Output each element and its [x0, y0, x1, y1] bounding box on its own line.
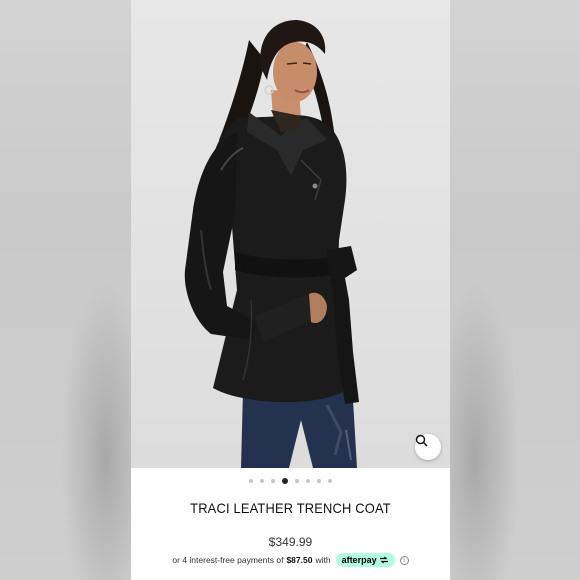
product-title: TRACI LEATHER TRENCH COAT	[190, 500, 391, 516]
carousel-dot[interactable]	[306, 479, 310, 483]
product-card: TRACI LEATHER TRENCH COAT $349.99 or 4 i…	[131, 0, 450, 580]
carousel-dot[interactable]	[271, 479, 275, 483]
installment-suffix: with	[315, 555, 331, 565]
backdrop-left	[0, 0, 151, 580]
magnifier-icon	[415, 434, 428, 447]
carousel-dot[interactable]	[249, 479, 253, 483]
product-image[interactable]	[131, 0, 450, 468]
carousel-dot[interactable]	[260, 479, 264, 483]
zoom-button[interactable]	[415, 434, 441, 460]
carousel-dot[interactable]	[328, 479, 332, 483]
installment-prefix: or 4 interest-free payments of	[172, 555, 284, 565]
afterpay-arrows-icon	[379, 556, 388, 564]
carousel-dots	[131, 478, 450, 484]
model-illustration	[184, 20, 359, 468]
carousel-dot[interactable]	[317, 479, 321, 483]
info-icon[interactable]: i	[399, 555, 409, 565]
installment-info: or 4 interest-free payments of $87.50 wi…	[131, 553, 450, 567]
carousel-dot[interactable]	[282, 478, 288, 484]
installment-amount: $87.50	[286, 555, 313, 565]
afterpay-badge[interactable]: afterpay	[335, 553, 395, 567]
carousel-dot[interactable]	[295, 479, 299, 483]
afterpay-label: afterpay	[341, 555, 377, 565]
product-price: $349.99	[268, 535, 313, 549]
backdrop-right	[430, 0, 580, 580]
